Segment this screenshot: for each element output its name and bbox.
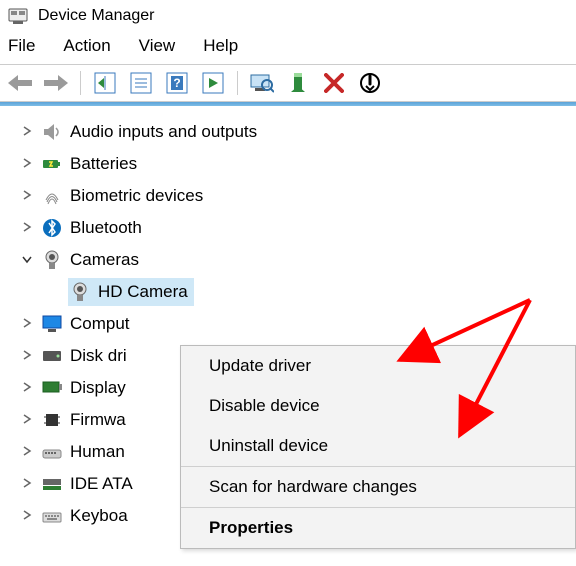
tree-node-computer[interactable]: Comput <box>14 308 570 340</box>
menu-action[interactable]: Action <box>63 36 110 56</box>
ctx-uninstall-device[interactable]: Uninstall device <box>181 426 575 466</box>
uninstall-device-button[interactable] <box>320 69 348 97</box>
display-adapter-icon <box>40 376 64 400</box>
help-button[interactable]: ? <box>163 69 191 97</box>
node-label: Biometric devices <box>70 180 209 212</box>
expander-icon[interactable] <box>14 436 40 468</box>
expander-icon[interactable] <box>14 116 40 148</box>
context-menu: Update driver Disable device Uninstall d… <box>180 345 576 549</box>
node-label: Comput <box>70 308 136 340</box>
menu-help[interactable]: Help <box>203 36 238 56</box>
expander-icon[interactable] <box>14 308 40 340</box>
action-button[interactable] <box>199 69 227 97</box>
node-label: Audio inputs and outputs <box>70 116 263 148</box>
node-label: Cameras <box>70 244 145 276</box>
scan-hardware-button[interactable] <box>248 69 276 97</box>
toolbar-separator <box>80 71 81 95</box>
camera-icon <box>68 280 92 304</box>
toolbar-separator <box>237 71 238 95</box>
forward-button[interactable] <box>42 69 70 97</box>
menu-view[interactable]: View <box>139 36 176 56</box>
expander-icon[interactable] <box>14 468 40 500</box>
show-hide-tree-button[interactable] <box>91 69 119 97</box>
node-label: IDE ATA <box>70 468 139 500</box>
node-label: HD Camera <box>98 276 194 308</box>
tree-node-cameras[interactable]: Cameras <box>14 244 570 276</box>
disk-icon <box>40 344 64 368</box>
window-title: Device Manager <box>38 7 155 25</box>
fingerprint-icon <box>40 184 64 208</box>
update-driver-button[interactable] <box>284 69 312 97</box>
menubar: File Action View Help <box>0 30 576 64</box>
node-label: Human <box>70 436 131 468</box>
monitor-icon <box>40 312 64 336</box>
chip-icon <box>40 408 64 432</box>
tree-node-batteries[interactable]: Batteries <box>14 148 570 180</box>
properties-button[interactable] <box>127 69 155 97</box>
menu-file[interactable]: File <box>8 36 35 56</box>
expander-icon[interactable] <box>14 372 40 404</box>
svg-text:?: ? <box>173 76 180 90</box>
keyboard-icon <box>40 504 64 528</box>
tree-node-hd-camera[interactable]: HD Camera <box>14 276 570 308</box>
ctx-update-driver[interactable]: Update driver <box>181 346 575 386</box>
disable-device-button[interactable] <box>356 69 384 97</box>
node-label: Firmwa <box>70 404 132 436</box>
device-manager-icon <box>8 6 28 26</box>
expander-icon[interactable] <box>14 180 40 212</box>
node-label: Keyboa <box>70 500 134 532</box>
node-label: Disk dri <box>70 340 133 372</box>
tree-node-audio[interactable]: Audio inputs and outputs <box>14 116 570 148</box>
ctx-properties[interactable]: Properties <box>181 508 575 548</box>
ctx-scan-hardware[interactable]: Scan for hardware changes <box>181 467 575 507</box>
expander-icon[interactable] <box>14 244 40 276</box>
tree-node-biometric[interactable]: Biometric devices <box>14 180 570 212</box>
bluetooth-icon <box>40 216 64 240</box>
ide-icon <box>40 472 64 496</box>
node-label: Bluetooth <box>70 212 148 244</box>
hid-icon <box>40 440 64 464</box>
expander-icon[interactable] <box>14 340 40 372</box>
titlebar: Device Manager <box>0 0 576 30</box>
camera-icon <box>40 248 64 272</box>
node-label: Batteries <box>70 148 143 180</box>
node-label: Display <box>70 372 132 404</box>
toolbar: ? <box>0 64 576 102</box>
expander-icon[interactable] <box>14 404 40 436</box>
ctx-disable-device[interactable]: Disable device <box>181 386 575 426</box>
speaker-icon <box>40 120 64 144</box>
battery-icon <box>40 152 64 176</box>
expander-icon[interactable] <box>14 212 40 244</box>
expander-icon[interactable] <box>14 500 40 532</box>
expander-icon[interactable] <box>14 148 40 180</box>
back-button[interactable] <box>6 69 34 97</box>
tree-node-bluetooth[interactable]: Bluetooth <box>14 212 570 244</box>
